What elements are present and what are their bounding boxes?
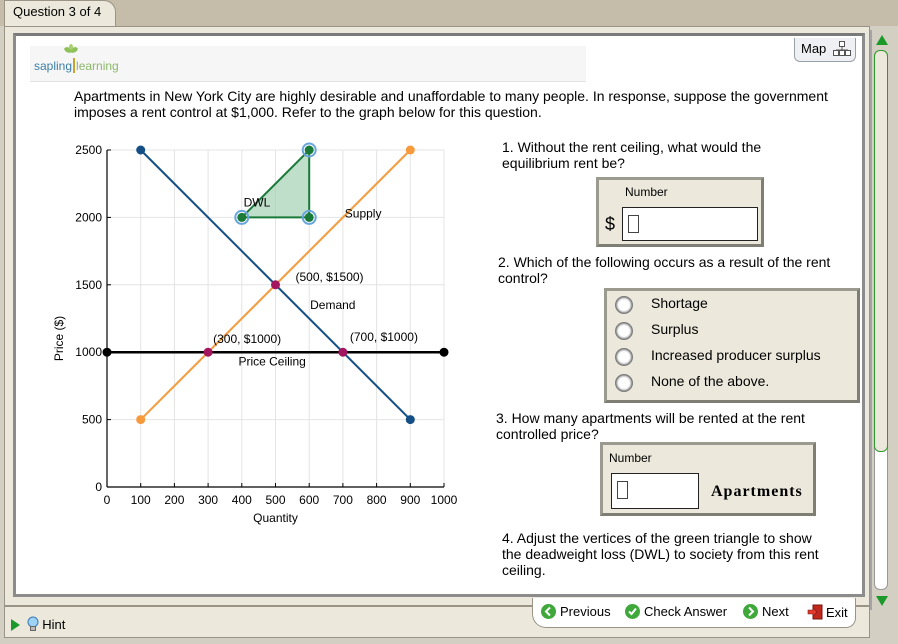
y-tick-label: 0 bbox=[95, 480, 102, 494]
next-label: Next bbox=[762, 604, 789, 619]
expand-arrow-icon bbox=[11, 619, 20, 631]
logo-bar: sapling learning bbox=[30, 44, 586, 82]
scroll-down-arrow-icon[interactable] bbox=[876, 596, 888, 606]
lightbulb-icon bbox=[27, 616, 39, 631]
scroll-up-arrow-icon[interactable] bbox=[876, 35, 888, 45]
point-label: (700, $1000) bbox=[350, 330, 418, 344]
y-axis-label: Price ($) bbox=[52, 316, 66, 361]
supply-endpoint[interactable] bbox=[405, 145, 415, 155]
x-tick-label: 700 bbox=[333, 493, 353, 507]
next-button[interactable]: Next bbox=[743, 604, 789, 619]
x-tick-label: 0 bbox=[104, 493, 111, 507]
question-4-text: 4. Adjust the vertices of the green tria… bbox=[502, 530, 819, 578]
y-tick-label: 2500 bbox=[75, 143, 102, 157]
question-tab[interactable]: Question 3 of 4 bbox=[4, 0, 116, 26]
input-cursor bbox=[628, 215, 639, 233]
vertical-scrollbar[interactable] bbox=[870, 30, 890, 610]
price-ceiling-endpoint[interactable] bbox=[102, 347, 112, 357]
logo-stem bbox=[73, 58, 76, 73]
y-tick-label: 2000 bbox=[75, 210, 102, 224]
price-ceiling-endpoint[interactable] bbox=[439, 347, 449, 357]
y-tick-label: 1000 bbox=[75, 345, 102, 359]
exit-button[interactable]: Exit bbox=[807, 604, 848, 620]
check-answer-button[interactable]: Check Answer bbox=[625, 604, 727, 619]
sapling-learning-logo: sapling learning bbox=[34, 58, 119, 73]
demand-endpoint[interactable] bbox=[136, 145, 146, 155]
dwl-vertex[interactable] bbox=[304, 212, 314, 222]
logo-text-sapling: sapling bbox=[34, 59, 73, 73]
dwl-label: DWL bbox=[244, 196, 271, 210]
x-tick-label: 100 bbox=[131, 493, 151, 507]
demand-endpoint[interactable] bbox=[405, 415, 415, 425]
question-2-text: 2. Which of the following occurs as a re… bbox=[498, 254, 831, 286]
question-1-answer-box: Number $ bbox=[596, 177, 764, 247]
dwl-vertex[interactable] bbox=[304, 145, 314, 155]
supply-label: Supply bbox=[345, 206, 382, 220]
exit-label: Exit bbox=[826, 605, 848, 620]
supply-demand-chart[interactable]: 0 100 200 300 400 500 600 700 800 900 1000 0 500 1000… bbox=[36, 136, 476, 536]
hint-button[interactable]: Hint bbox=[11, 616, 65, 632]
app-window: Question 3 of 4 sapling learning Map Apa… bbox=[0, 0, 898, 644]
previous-label: Previous bbox=[560, 604, 611, 619]
radio-button[interactable] bbox=[615, 322, 633, 340]
y-tick-label: 500 bbox=[82, 413, 102, 427]
map-button[interactable]: Map bbox=[794, 38, 856, 62]
previous-button[interactable]: Previous bbox=[541, 604, 611, 619]
dwl-vertex[interactable] bbox=[237, 212, 247, 222]
x-axis-label: Quantity bbox=[253, 511, 298, 525]
number-label: Number bbox=[625, 185, 668, 199]
x-tick-label: 900 bbox=[400, 493, 420, 507]
logo-text-learning: learning bbox=[76, 59, 119, 73]
question-1-text: 1. Without the rent ceiling, what would … bbox=[502, 139, 762, 171]
question-content: sapling learning Map Apartments in New Yo… bbox=[13, 33, 865, 597]
price-ceiling-label: Price Ceiling bbox=[238, 355, 305, 369]
supply-endpoint[interactable] bbox=[136, 415, 146, 425]
equilibrium-rent-input[interactable] bbox=[622, 207, 758, 241]
map-label: Map bbox=[801, 41, 827, 56]
option-label: Shortage bbox=[651, 295, 708, 311]
question-3-answer-box: Number Apartments bbox=[600, 442, 816, 516]
question-3-text: 3. How many apartments will be rented at… bbox=[496, 410, 805, 442]
radio-button[interactable] bbox=[615, 296, 633, 314]
question-2-options-box: Shortage Surplus Increased producer surp… bbox=[604, 288, 860, 403]
exit-door-icon bbox=[807, 604, 823, 620]
radio-button[interactable] bbox=[615, 348, 633, 366]
arrow-left-circle-icon bbox=[541, 604, 556, 619]
intersection-point bbox=[203, 347, 213, 357]
checkmark-circle-icon bbox=[625, 604, 640, 619]
radio-button[interactable] bbox=[615, 374, 633, 392]
x-tick-label: 800 bbox=[367, 493, 387, 507]
x-tick-label: 1000 bbox=[431, 493, 458, 507]
option-label: None of the above. bbox=[651, 373, 770, 389]
number-label: Number bbox=[609, 451, 652, 465]
dollar-prefix: $ bbox=[605, 214, 616, 234]
option-label: Increased producer surplus bbox=[651, 347, 821, 363]
scroll-thumb[interactable] bbox=[874, 50, 888, 452]
apartments-unit-label: Apartments bbox=[711, 483, 803, 500]
navigation-tab: Previous Check Answer Next Exit bbox=[532, 598, 856, 628]
intersection-point bbox=[338, 347, 348, 357]
x-tick-label: 300 bbox=[198, 493, 218, 507]
sprout-icon bbox=[64, 44, 78, 53]
x-tick-label: 400 bbox=[232, 493, 252, 507]
point-label: (300, $1000) bbox=[213, 332, 281, 346]
question-intro: Apartments in New York City are highly d… bbox=[74, 88, 828, 120]
apartments-rented-input[interactable] bbox=[611, 473, 699, 509]
sitemap-icon bbox=[833, 41, 851, 56]
check-answer-label: Check Answer bbox=[644, 604, 728, 619]
arrow-right-circle-icon bbox=[743, 604, 758, 619]
demand-label: Demand bbox=[310, 298, 355, 312]
hint-label: Hint bbox=[42, 617, 66, 632]
x-tick-label: 500 bbox=[265, 493, 285, 507]
intersection-point bbox=[271, 280, 280, 290]
point-label: (500, $1500) bbox=[296, 270, 364, 284]
tab-strip: Question 3 of 4 bbox=[0, 0, 898, 26]
option-label: Surplus bbox=[651, 321, 699, 337]
question-frame: sapling learning Map Apartments in New Yo… bbox=[4, 26, 870, 606]
x-tick-label: 200 bbox=[164, 493, 184, 507]
input-cursor bbox=[617, 481, 628, 499]
y-tick-label: 1500 bbox=[75, 278, 102, 292]
x-tick-label: 600 bbox=[299, 493, 319, 507]
